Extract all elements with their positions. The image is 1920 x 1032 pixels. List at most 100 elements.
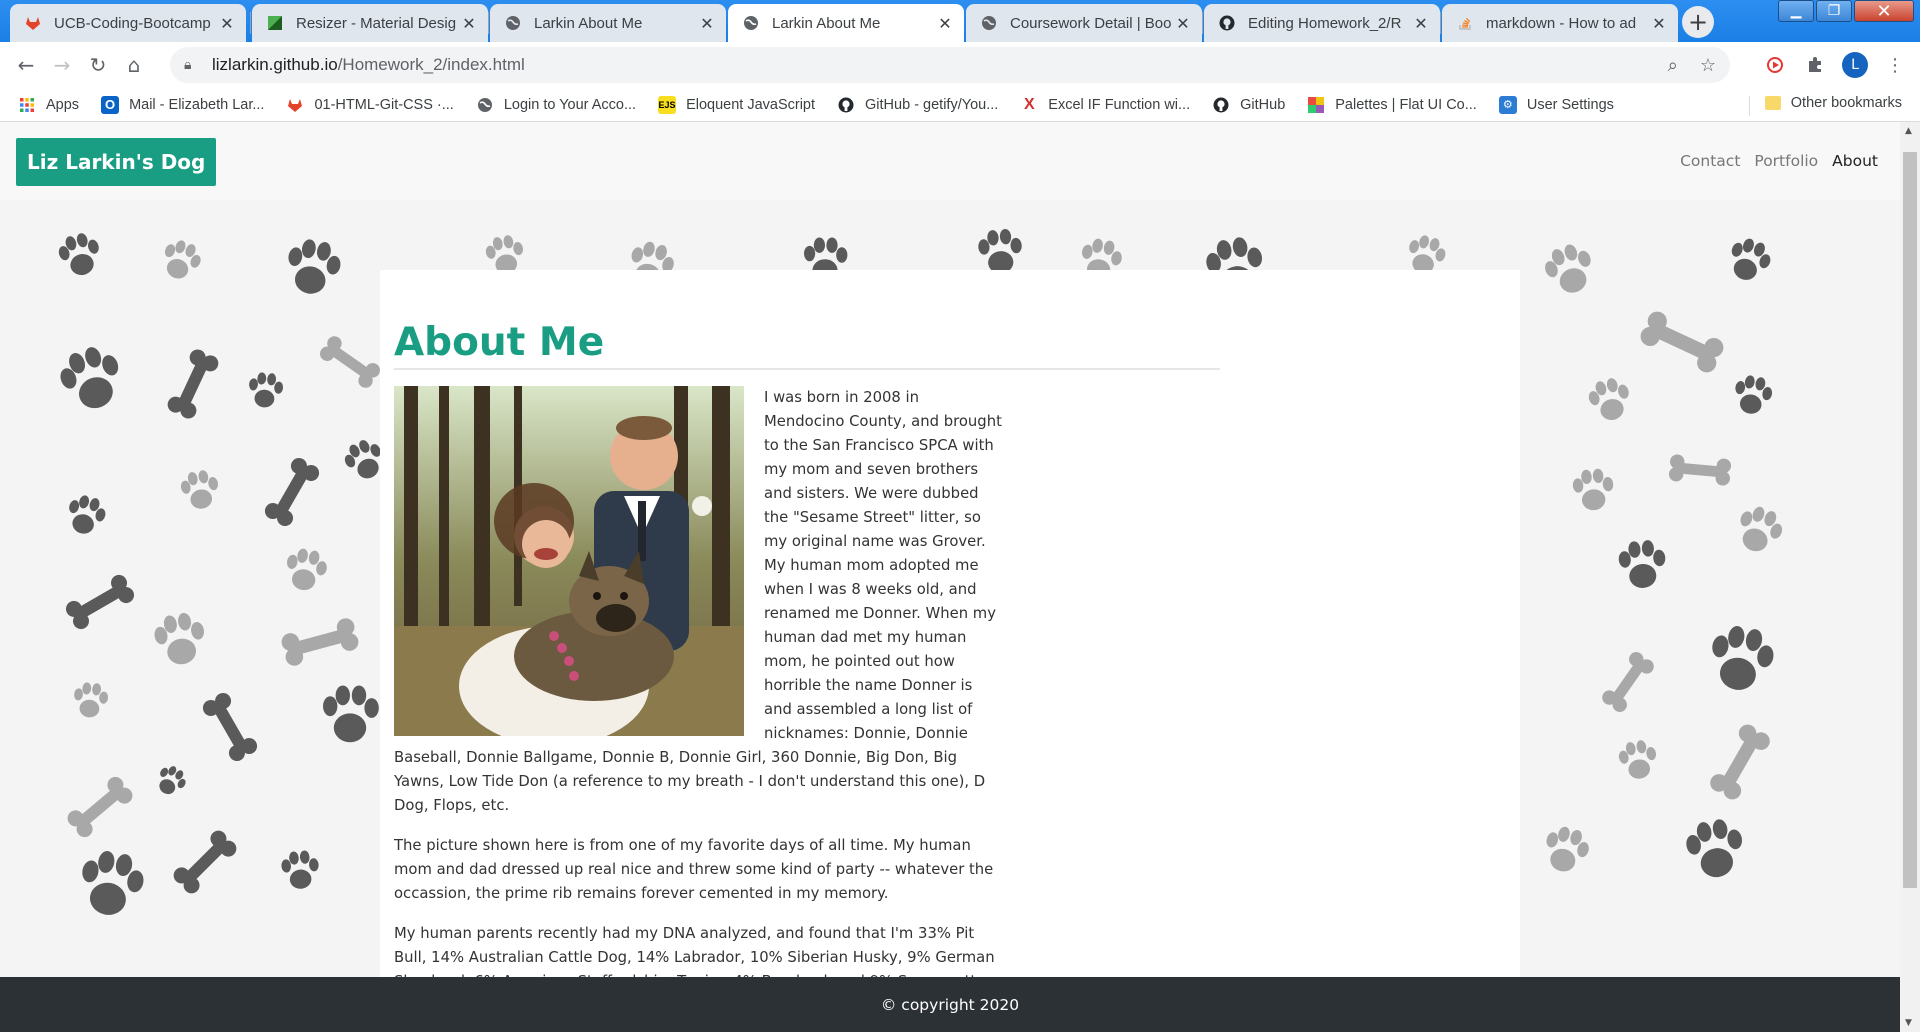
reload-icon[interactable]: ↻ (80, 47, 116, 83)
bookmark-label: Apps (46, 96, 80, 113)
tab-close-icon[interactable]: ✕ (218, 14, 236, 33)
tab-markdown[interactable]: markdown - How to ad ✕ (1442, 4, 1678, 42)
bookmark-label: Login to Your Acco... (503, 96, 637, 113)
scrollbar-thumb[interactable] (1903, 152, 1917, 888)
home-icon[interactable]: ⌂ (116, 47, 152, 83)
minimize-icon[interactable]: ▁ (1778, 0, 1814, 22)
bookmark-mail[interactable]: O Mail - Elizabeth Lar... (101, 95, 265, 114)
back-arrow-icon[interactable]: ← (8, 47, 44, 83)
maximize-icon[interactable]: ❐ (1816, 0, 1852, 22)
bookmark-label: Palettes | Flat UI Co... (1335, 96, 1477, 113)
nav-link-about[interactable]: About (1832, 152, 1878, 170)
tab-close-icon[interactable]: ✕ (460, 14, 478, 33)
browser-toolbar: ← → ↻ ⌂ 🔒︎ lizlarkin.github.io/Homework_… (0, 42, 1920, 88)
bookmark-github[interactable]: GitHub (1212, 96, 1285, 114)
wedding-photo-with-dog (394, 386, 744, 736)
profile-avatar[interactable]: L (1842, 52, 1868, 78)
github-icon (837, 96, 855, 114)
bookmark-user-settings[interactable]: ⚙ User Settings (1498, 95, 1614, 114)
title-divider (394, 368, 1220, 370)
page-viewport: Liz Larkin's Dog Contact Portfolio About… (0, 122, 1900, 1032)
bookmark-label: User Settings (1526, 96, 1614, 113)
globe-icon (980, 14, 998, 32)
bookmark-html-git-css[interactable]: 01-HTML-Git-CSS ·... (286, 96, 454, 114)
about-article: I was born in 2008 in Mendocino County, … (394, 386, 1004, 1032)
bookmark-excel-if[interactable]: X Excel IF Function wi... (1020, 96, 1190, 114)
ejs-icon: EJS (658, 95, 677, 114)
bookmark-apps[interactable]: Apps (18, 96, 79, 114)
extension-cast-icon[interactable] (1762, 52, 1788, 78)
tab-close-icon[interactable]: ✕ (1174, 14, 1192, 33)
site-footer: © copyright 2020 (0, 977, 1900, 1032)
nav-link-portfolio[interactable]: Portfolio (1754, 152, 1818, 170)
forward-arrow-icon[interactable]: → (44, 47, 80, 83)
settings-app-icon: ⚙ (1498, 95, 1517, 114)
gitlab-icon (286, 96, 304, 114)
tab-larkin-about-me-active[interactable]: Larkin About Me ✕ (728, 4, 964, 42)
site-nav-links: Contact Portfolio About (1680, 152, 1878, 170)
page-scrollbar[interactable]: ▲ ▼ (1900, 122, 1920, 1032)
outlook-icon: O (101, 95, 120, 114)
tab-close-icon[interactable]: ✕ (1650, 14, 1668, 33)
new-tab-button[interactable]: + (1682, 6, 1714, 38)
address-bar[interactable]: 🔒︎ lizlarkin.github.io/Homework_2/index.… (170, 47, 1730, 83)
main-content-panel: About Me I was born in 2008 in Mendocino… (380, 270, 1520, 1032)
zoom-icon[interactable]: ⌕ (1668, 55, 1678, 76)
tab-title: Editing Homework_2/R (1248, 14, 1402, 32)
bookmark-palettes[interactable]: Palettes | Flat UI Co... (1307, 96, 1477, 114)
tab-close-icon[interactable]: ✕ (936, 14, 954, 33)
bookmark-star-icon[interactable]: ☆ (1700, 55, 1716, 76)
article-paragraph: The picture shown here is from one of my… (394, 837, 994, 902)
bookmark-login[interactable]: Login to Your Acco... (476, 96, 636, 114)
bookmark-github-getify[interactable]: GitHub - getify/You... (837, 96, 998, 114)
bookmark-label: 01-HTML-Git-CSS ·... (314, 96, 454, 113)
x-icon: X (1023, 95, 1035, 113)
tab-title: UCB-Coding-Bootcamp (54, 14, 211, 32)
page-title: About Me (394, 320, 605, 365)
globe-icon (476, 96, 494, 114)
tab-coursework-detail[interactable]: Coursework Detail | Boo ✕ (966, 4, 1202, 42)
bookmark-label: GitHub (1240, 96, 1286, 113)
site-brand[interactable]: Liz Larkin's Dog (16, 138, 217, 186)
url-text: lizlarkin.github.io/Homework_2/index.htm… (212, 55, 525, 74)
site-navbar: Liz Larkin's Dog Contact Portfolio About (0, 122, 1900, 200)
close-window-icon[interactable]: ✕ (1854, 0, 1914, 22)
lock-icon[interactable]: 🔒︎ (184, 57, 200, 73)
bookmark-label: Excel IF Function wi... (1048, 96, 1191, 113)
other-bookmarks[interactable]: Other bookmarks (1764, 95, 1902, 111)
apps-grid-icon (18, 96, 36, 114)
tab-editing-homework[interactable]: Editing Homework_2/R ✕ (1204, 4, 1440, 42)
globe-icon (504, 14, 522, 32)
github-icon (1218, 14, 1236, 32)
tab-close-icon[interactable]: ✕ (1412, 14, 1430, 33)
palettes-icon (1307, 96, 1325, 114)
bookmark-eloquent-js[interactable]: EJS Eloquent JavaScript (658, 95, 816, 114)
github-icon (1212, 96, 1230, 114)
extensions-puzzle-icon[interactable] (1802, 52, 1828, 78)
tab-larkin-about-me[interactable]: Larkin About Me ✕ (490, 4, 726, 42)
tab-close-icon[interactable]: ✕ (698, 14, 716, 33)
stackoverflow-icon (1456, 14, 1474, 32)
window-controls: ▁ ❐ ✕ (1776, 0, 1914, 24)
gitlab-icon (24, 14, 42, 32)
bookmarks-bar: Apps O Mail - Elizabeth Lar... 01-HTML-G… (0, 88, 1920, 122)
other-bookmarks-label: Other bookmarks (1790, 95, 1902, 111)
tab-title: Coursework Detail | Boo (1010, 14, 1172, 32)
bookmark-label: GitHub - getify/You... (865, 96, 999, 113)
tab-title: Larkin About Me (534, 14, 643, 32)
tab-resizer[interactable]: Resizer - Material Desig ✕ (252, 4, 488, 42)
menu-kebab-icon[interactable]: ⋮ (1882, 52, 1908, 78)
folder-icon (1764, 96, 1781, 110)
tab-title: markdown - How to ad (1486, 14, 1637, 32)
tab-title: Resizer - Material Desig (296, 14, 457, 32)
globe-icon (742, 14, 760, 32)
scroll-up-arrow-icon[interactable]: ▲ (1905, 126, 1912, 136)
resizer-icon (266, 14, 284, 32)
nav-link-contact[interactable]: Contact (1680, 152, 1740, 170)
bookmark-label: Eloquent JavaScript (686, 96, 816, 113)
browser-tab-strip: UCB-Coding-Bootcamp ✕ Resizer - Material… (0, 0, 1920, 42)
bookmark-label: Mail - Elizabeth Lar... (129, 96, 265, 113)
tab-title: Larkin About Me (772, 14, 881, 32)
tab-ucb-coding-bootcamp[interactable]: UCB-Coding-Bootcamp ✕ (10, 4, 246, 42)
scroll-down-arrow-icon[interactable]: ▼ (1905, 1018, 1912, 1028)
